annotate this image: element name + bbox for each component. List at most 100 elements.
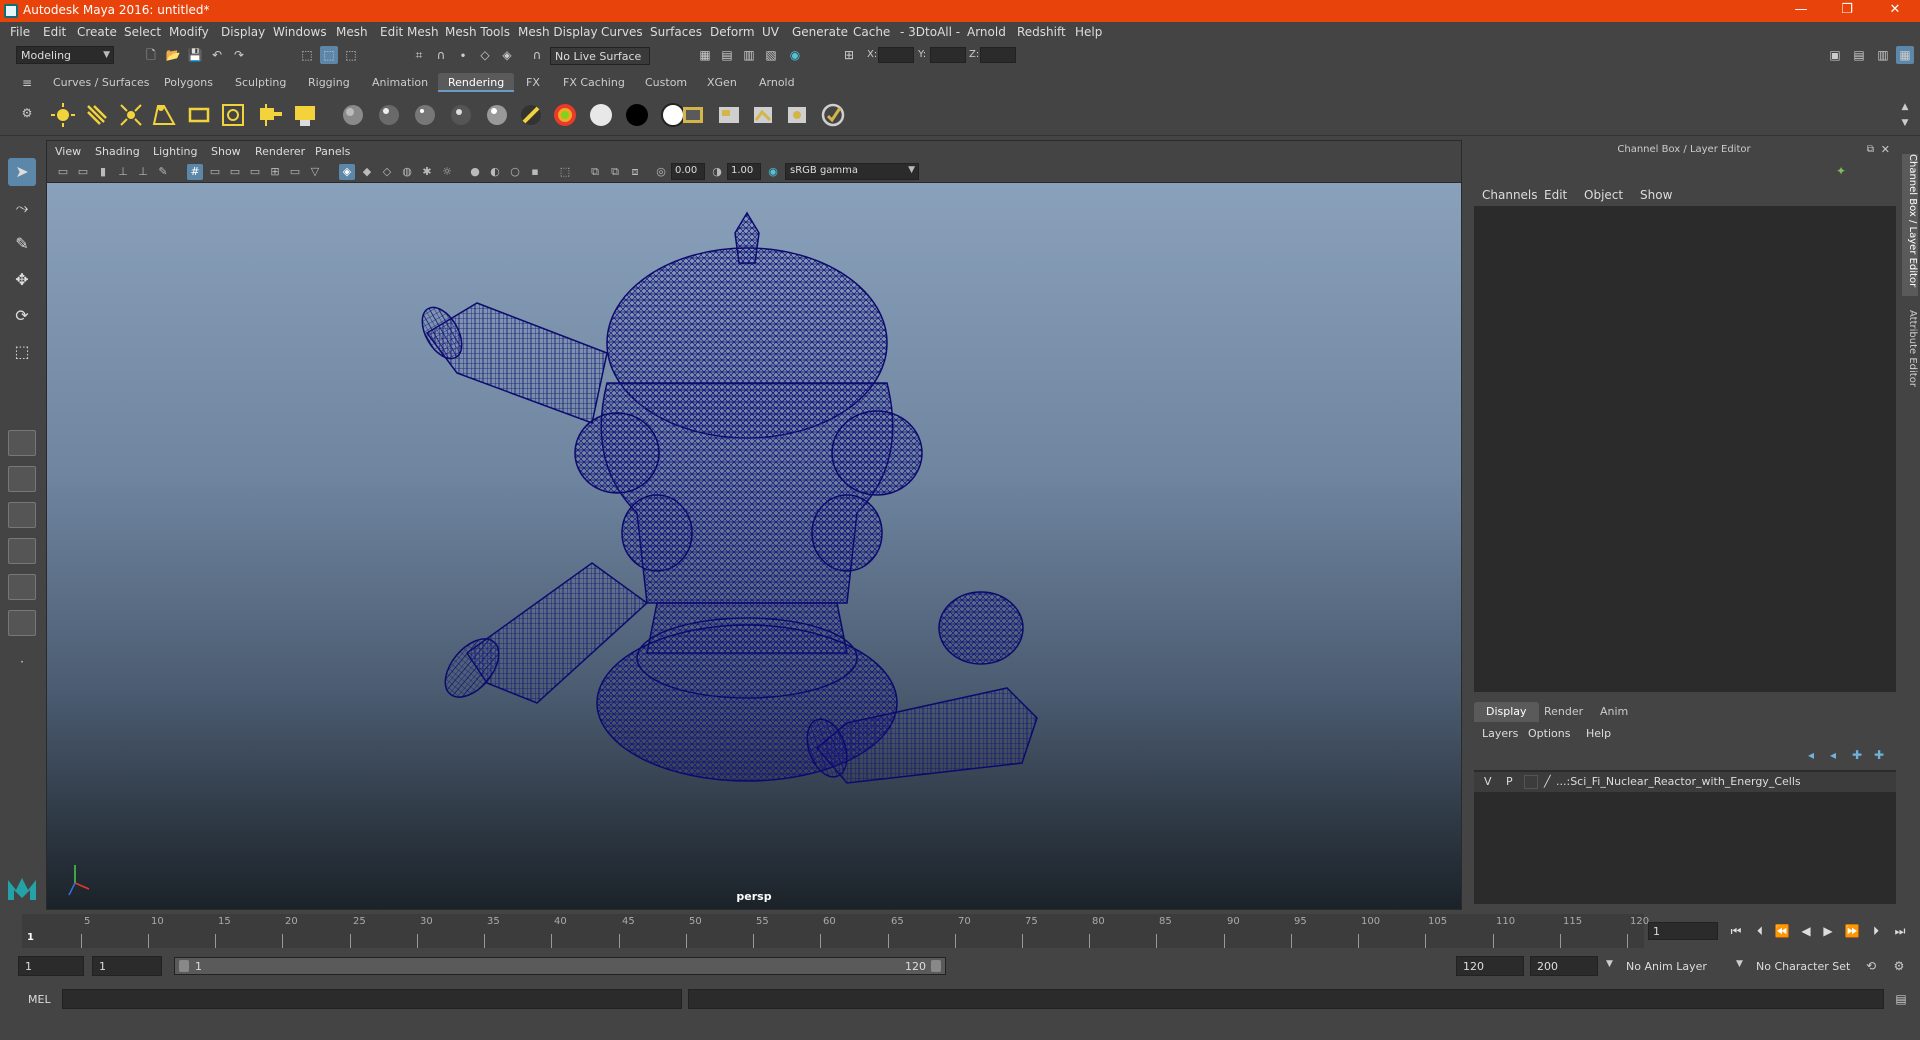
black-material-icon[interactable] <box>624 102 650 128</box>
menu-surfaces[interactable]: Surfaces <box>650 25 702 39</box>
smooth-shade-icon[interactable]: ◆ <box>359 164 375 180</box>
screen-space-ao-icon[interactable]: ● <box>467 164 483 180</box>
float-panel-icon[interactable]: ⧉ <box>1867 140 1874 160</box>
menu-modify[interactable]: Modify <box>169 25 209 39</box>
layer-tab-render[interactable]: Render <box>1532 702 1595 722</box>
shelf-tab-curves-surfaces[interactable]: Curves / Surfaces <box>43 73 160 92</box>
step-back-key-icon[interactable]: ⏪ <box>1772 922 1792 940</box>
step-forward-key-icon[interactable]: ⏩ <box>1842 922 1862 940</box>
cb-menu-channels[interactable]: Channels <box>1482 188 1538 202</box>
layer-tab-display[interactable]: Display <box>1474 702 1539 722</box>
menu-create[interactable]: Create <box>77 25 117 39</box>
command-input[interactable] <box>62 989 682 1009</box>
select-component-icon[interactable]: ⬚ <box>342 46 360 64</box>
gate-mask-icon[interactable]: ▭ <box>247 164 263 180</box>
scale-tool-icon[interactable]: ⬚ <box>8 338 36 366</box>
layer-playback-toggle[interactable]: P <box>1506 775 1513 788</box>
menu-3dtoall[interactable]: - 3DtoAll - <box>900 25 960 39</box>
shelf-tab-fx-caching[interactable]: FX Caching <box>553 73 635 92</box>
menu-curves[interactable]: Curves <box>601 25 643 39</box>
range-end-handle[interactable] <box>931 960 941 972</box>
le-menu-layers[interactable]: Layers <box>1482 727 1518 740</box>
ipr-render-icon[interactable]: ▥ <box>740 46 758 64</box>
new-layer-from-selected-icon[interactable]: ✚ <box>1870 746 1888 764</box>
paint-select-tool-icon[interactable]: ✎ <box>8 230 36 258</box>
new-layer-icon[interactable]: ✚ <box>1848 746 1866 764</box>
snap-view-icon[interactable]: ◇ <box>476 46 494 64</box>
persp-graph-layout-icon[interactable] <box>8 538 36 564</box>
gamma-icon[interactable]: ◑ <box>709 164 725 180</box>
safe-action-icon[interactable]: ▭ <box>287 164 303 180</box>
outliner-persp-layout-icon[interactable] <box>8 610 36 636</box>
go-to-end-icon[interactable]: ⏭ <box>1890 922 1910 940</box>
anim-layer-dropdown[interactable]: No Anim Layer <box>1622 956 1734 976</box>
cb-menu-edit[interactable]: Edit <box>1544 188 1567 202</box>
render-current-icon[interactable] <box>716 102 742 128</box>
auto-key-icon[interactable]: ⟲ <box>1862 957 1880 975</box>
panel-menu-renderer[interactable]: Renderer <box>255 145 305 158</box>
show-modeling-toolkit-icon[interactable]: ▣ <box>1826 46 1844 64</box>
3d-viewport[interactable]: persp <box>47 183 1461 909</box>
menu-windows[interactable]: Windows <box>273 25 327 39</box>
phongE-material-icon[interactable] <box>448 102 474 128</box>
ambient-light-icon[interactable] <box>50 102 76 128</box>
shadows-icon[interactable]: ☼ <box>439 164 455 180</box>
timeline[interactable]: 1 5 10 15 20 25 30 35 40 45 50 55 60 65 70 75 80 85 90 95 1… <box>22 914 1649 948</box>
shelf-tab-fx[interactable]: FX <box>516 73 550 92</box>
grid-icon[interactable]: # <box>187 164 203 180</box>
layer-tab-anim[interactable]: Anim <box>1588 702 1640 722</box>
y-input[interactable] <box>930 47 966 63</box>
lasso-tool-icon[interactable]: ⤳ <box>8 194 36 222</box>
move-layer-up-icon[interactable]: ◂ <box>1802 746 1820 764</box>
step-back-frame-icon[interactable]: ⏴ <box>1750 922 1770 940</box>
motion-blur-icon[interactable]: ◐ <box>487 164 503 180</box>
cb-menu-object[interactable]: Object <box>1584 188 1623 202</box>
le-menu-options[interactable]: Options <box>1528 727 1570 740</box>
menuset-dropdown[interactable]: Modeling ▼ <box>16 46 114 64</box>
shelf-tab-arnold[interactable]: Arnold <box>749 73 805 92</box>
select-tool-icon[interactable]: ➤ <box>8 158 36 186</box>
snap-grid-icon[interactable]: ⌗ <box>410 46 428 64</box>
snap-curve-icon[interactable]: ∩ <box>432 46 450 64</box>
move-layer-down-icon[interactable]: ◂ <box>1824 746 1842 764</box>
shelf-tab-xgen[interactable]: XGen <box>697 73 747 92</box>
depth-of-field-icon[interactable]: ▪ <box>527 164 543 180</box>
shelf-scroll-down-icon[interactable]: ▼ <box>1896 114 1914 132</box>
more-layouts-icon[interactable]: · <box>8 648 36 676</box>
directional-light-icon[interactable] <box>84 102 110 128</box>
camera-icon[interactable] <box>258 102 284 128</box>
blinn-material-icon[interactable] <box>376 102 402 128</box>
exposure-icon[interactable]: ◎ <box>653 164 669 180</box>
make-live-icon[interactable]: ∩ <box>528 46 546 64</box>
four-view-layout-icon[interactable] <box>8 466 36 492</box>
area-light-icon[interactable] <box>186 102 212 128</box>
rotate-tool-icon[interactable]: ⟳ <box>8 302 36 330</box>
use-background-icon[interactable] <box>588 102 614 128</box>
render-view-icon[interactable]: ▧ <box>762 46 780 64</box>
chevron-down-icon[interactable]: ▼ <box>1606 959 1613 969</box>
go-to-start-icon[interactable]: ⏮ <box>1726 922 1746 940</box>
close-button[interactable]: ✕ <box>1872 0 1918 22</box>
menu-file[interactable]: File <box>10 25 30 39</box>
bookmark-icon[interactable]: ▮ <box>95 164 111 180</box>
animation-start-field[interactable]: 1 <box>18 956 84 976</box>
wireframe-icon[interactable]: ◈ <box>339 164 355 180</box>
shelf-tab-sculpting[interactable]: Sculpting <box>225 73 296 92</box>
color-space-dropdown[interactable]: sRGB gamma ▼ <box>785 163 919 180</box>
select-object-icon[interactable]: ⬚ <box>320 46 338 64</box>
menu-mesh[interactable]: Mesh <box>336 25 368 39</box>
shelf-tab-animation[interactable]: Animation <box>362 73 438 92</box>
single-perspective-layout-icon[interactable] <box>8 430 36 456</box>
side-tab-attribute-editor[interactable]: Attribute Editor <box>1902 310 1918 400</box>
lambert-material-icon[interactable] <box>340 102 366 128</box>
minimize-button[interactable]: — <box>1778 0 1824 22</box>
layer-color-swatch[interactable] <box>1524 775 1538 789</box>
transform-mode-icon[interactable]: ⊞ <box>840 46 858 64</box>
shelf-tab-polygons[interactable]: Polygons <box>154 73 223 92</box>
live-surface-field[interactable]: No Live Surface <box>550 47 650 65</box>
save-scene-icon[interactable]: 💾 <box>186 46 204 64</box>
mel-label[interactable]: MEL <box>28 993 51 1006</box>
panel-menu-panels[interactable]: Panels <box>315 145 350 158</box>
panel-menu-show[interactable]: Show <box>211 145 241 158</box>
move-tool-icon[interactable]: ✥ <box>8 266 36 294</box>
